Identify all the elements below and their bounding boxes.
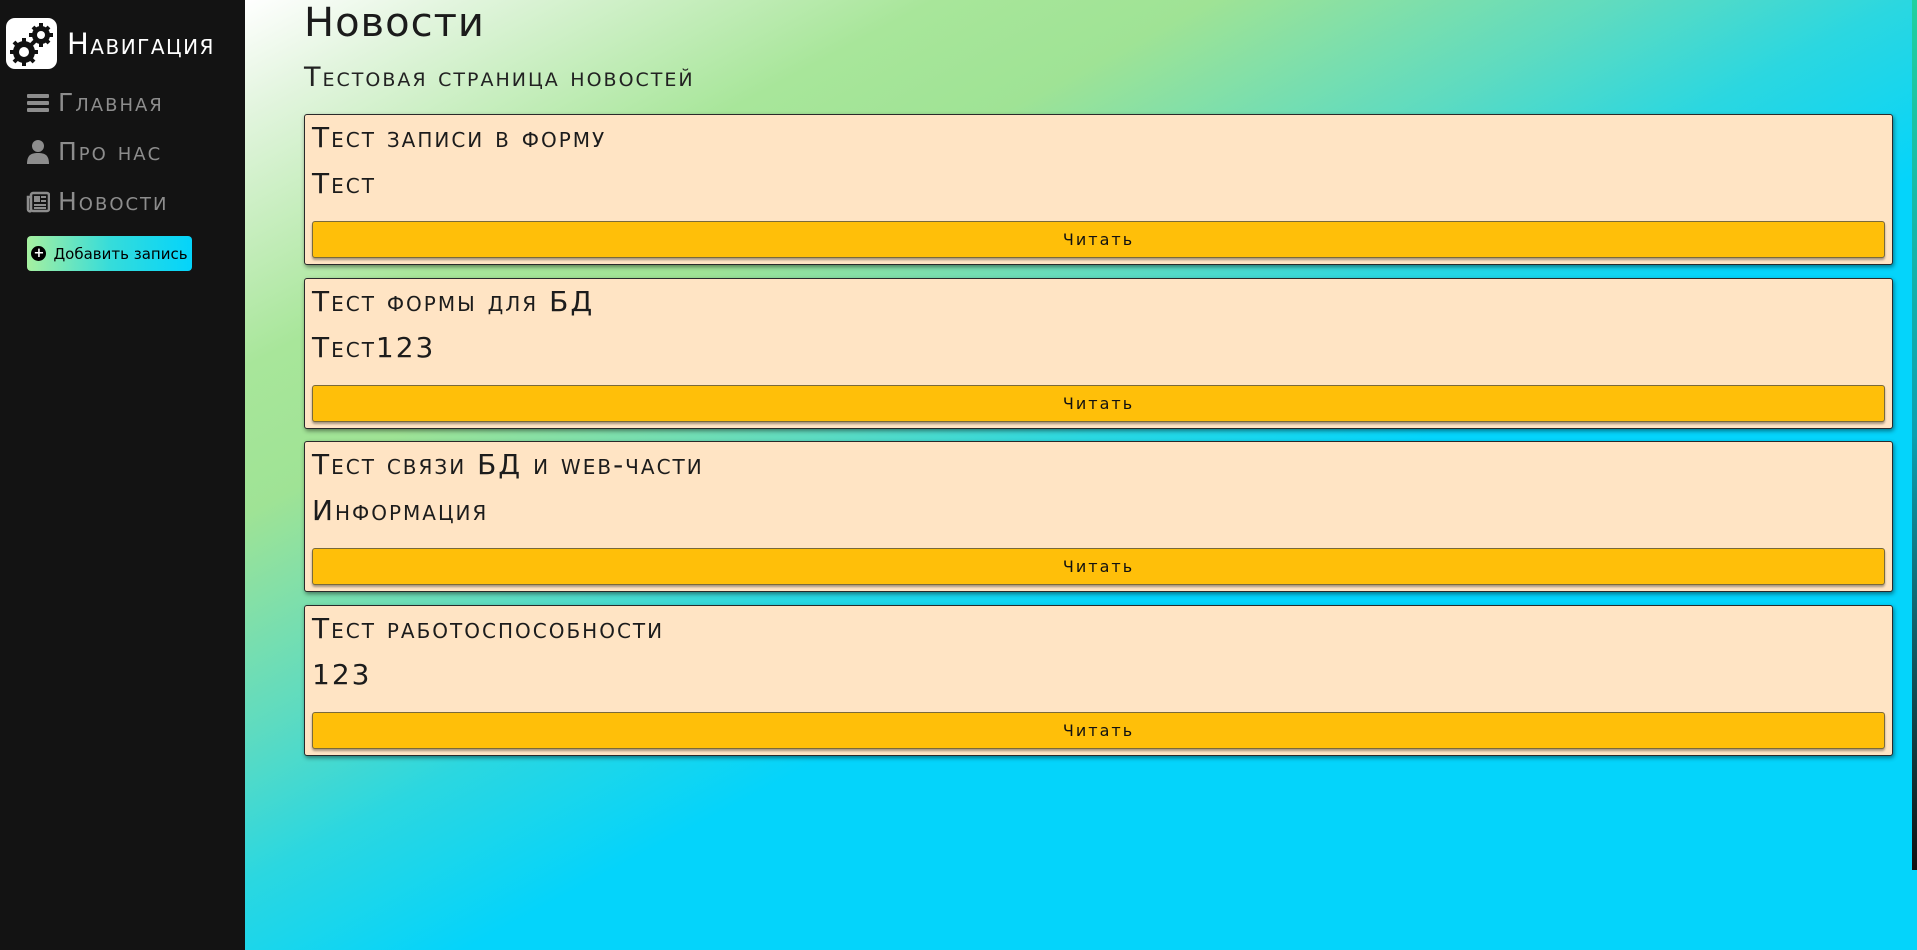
main-content: Новости Тестовая страница новостей Тест … bbox=[245, 0, 1917, 950]
read-button[interactable]: Читать bbox=[312, 548, 1885, 585]
read-button[interactable]: Читать bbox=[312, 221, 1885, 258]
news-card-title: Тест работоспособности bbox=[312, 612, 665, 645]
nav-item-label: Главная bbox=[58, 88, 164, 117]
news-card: Тест записи в форму Тест Читать bbox=[304, 114, 1893, 265]
news-card-title: Тест формы для БД bbox=[312, 285, 595, 318]
plus-circle-icon: + bbox=[31, 246, 47, 261]
news-card: Тест связи БД и web-части Информация Чит… bbox=[304, 441, 1893, 592]
news-card: Тест формы для БД Тест123 Читать bbox=[304, 278, 1893, 429]
add-entry-label: Добавить запись bbox=[53, 244, 188, 263]
news-card-title: Тест связи БД и web-части bbox=[312, 448, 704, 481]
news-card-text: Информация bbox=[312, 494, 489, 527]
nav-item-home[interactable]: Главная bbox=[26, 88, 164, 117]
user-icon bbox=[26, 139, 50, 164]
news-card-text: 123 bbox=[312, 658, 372, 691]
nav-item-label: Новости bbox=[58, 187, 169, 216]
page-title: Новости bbox=[304, 0, 485, 46]
brand-title: Навигация bbox=[67, 26, 215, 61]
read-button[interactable]: Читать bbox=[312, 712, 1885, 749]
news-card-text: Тест123 bbox=[312, 331, 436, 364]
page-subtitle: Тестовая страница новостей bbox=[304, 62, 695, 93]
nav-item-about[interactable]: Про нас bbox=[26, 137, 162, 166]
newspaper-icon bbox=[26, 190, 50, 214]
scrollbar[interactable] bbox=[1912, 0, 1917, 870]
bars-icon bbox=[26, 91, 50, 115]
gears-icon bbox=[6, 18, 57, 69]
brand[interactable]: Навигация bbox=[6, 18, 215, 69]
news-card-title: Тест записи в форму bbox=[312, 121, 607, 154]
add-entry-button[interactable]: + Добавить запись bbox=[27, 236, 192, 271]
nav-item-label: Про нас bbox=[58, 137, 163, 166]
nav-item-news[interactable]: Новости bbox=[26, 187, 169, 216]
read-button[interactable]: Читать bbox=[312, 385, 1885, 422]
news-card-text: Тест bbox=[312, 167, 376, 200]
sidebar: Навигация Главная Про нас Новости + Доба… bbox=[0, 0, 245, 950]
news-card: Тест работоспособности 123 Читать bbox=[304, 605, 1893, 756]
